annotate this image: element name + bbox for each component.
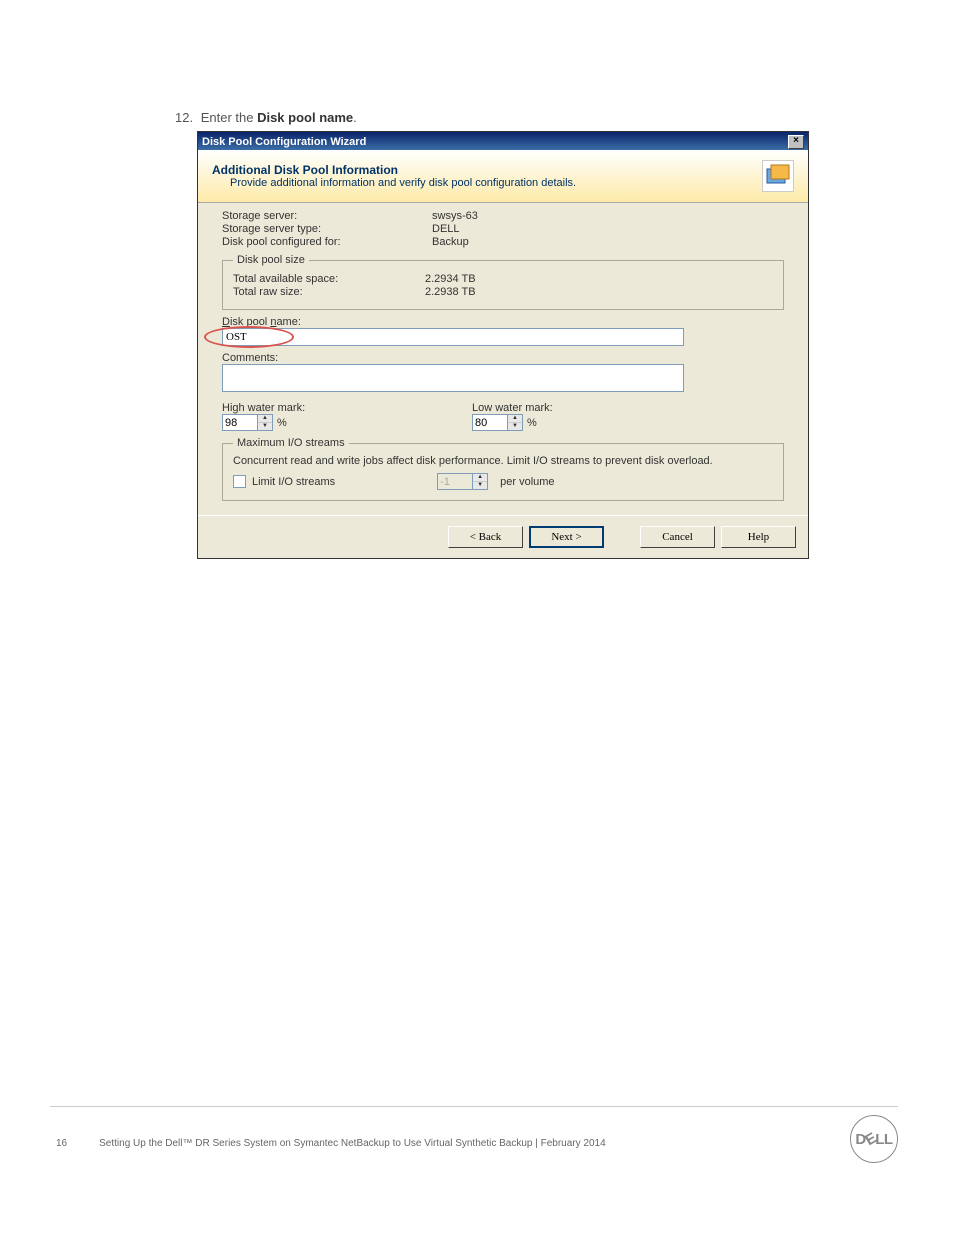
help-button[interactable]: Help <box>721 526 796 548</box>
back-button[interactable]: < Back <box>448 526 523 548</box>
chevron-down-icon[interactable]: ▼ <box>508 423 522 430</box>
high-water-unit: % <box>277 417 287 429</box>
limit-io-checkbox[interactable] <box>233 475 246 488</box>
header-title: Additional Disk Pool Information <box>212 163 576 177</box>
high-water-spinner[interactable]: ▲ ▼ % <box>222 414 287 431</box>
chevron-up-icon[interactable]: ▲ <box>258 415 272 423</box>
io-streams-spinner: ▲ ▼ <box>437 473 488 490</box>
dell-logo-text: DELL <box>855 1131 892 1148</box>
chevron-up-icon[interactable]: ▲ <box>508 415 522 423</box>
per-volume-label: per volume <box>500 476 554 488</box>
window-title: Disk Pool Configuration Wizard <box>202 136 366 148</box>
footer-text: Setting Up the Dell™ DR Series System on… <box>99 1138 606 1149</box>
max-io-legend: Maximum I/O streams <box>233 437 349 449</box>
storage-server-label: Storage server: <box>222 210 432 222</box>
step-prefix: Enter the <box>201 110 257 125</box>
step-suffix: . <box>353 110 357 125</box>
wizard-window: Disk Pool Configuration Wizard × Additio… <box>197 131 809 559</box>
next-button[interactable]: Next > <box>529 526 604 548</box>
storage-server-type-value: DELL <box>432 223 460 235</box>
page-content: 12. Enter the Disk pool name. Disk Pool … <box>175 110 895 559</box>
cancel-button[interactable]: Cancel <box>640 526 715 548</box>
wizard-body: Storage server:swsys-63 Storage server t… <box>198 203 808 515</box>
step-bold: Disk pool name <box>257 110 353 125</box>
disk-pool-size-group: Disk pool size Total available space:2.2… <box>222 254 784 310</box>
step-instruction: 12. Enter the Disk pool name. <box>175 110 895 125</box>
wizard-icon <box>762 160 794 192</box>
io-streams-spin-buttons: ▲ ▼ <box>473 473 488 490</box>
total-available-value: 2.2934 TB <box>425 273 476 285</box>
header-text: Additional Disk Pool Information Provide… <box>212 163 576 189</box>
low-water-spin-buttons[interactable]: ▲ ▼ <box>508 414 523 431</box>
low-water-label: Low water mark: <box>472 402 652 414</box>
comments-input[interactable] <box>222 364 684 392</box>
dell-logo: DELL <box>850 1115 898 1163</box>
comments-label: Comments: <box>222 352 784 364</box>
storage-server-value: swsys-63 <box>432 210 478 222</box>
disk-pool-name-label: Disk pool name: <box>222 316 784 328</box>
close-icon[interactable]: × <box>788 135 804 149</box>
wizard-header: Additional Disk Pool Information Provide… <box>198 150 808 203</box>
low-water-spinner[interactable]: ▲ ▼ % <box>472 414 537 431</box>
page-footer: 16 Setting Up the Dell™ DR Series System… <box>56 1138 896 1149</box>
total-available-label: Total available space: <box>233 273 425 285</box>
max-io-hint: Concurrent read and write jobs affect di… <box>233 455 773 467</box>
high-water-spin-buttons[interactable]: ▲ ▼ <box>258 414 273 431</box>
water-marks-row: High water mark: ▲ ▼ % Low water mark: <box>222 402 784 431</box>
io-streams-input <box>437 473 473 490</box>
wizard-button-bar: < Back Next > Cancel Help <box>198 515 808 558</box>
chevron-up-icon: ▲ <box>473 474 487 482</box>
max-io-group: Maximum I/O streams Concurrent read and … <box>222 437 784 501</box>
disk-pool-name-input[interactable] <box>222 328 684 346</box>
limit-io-label: Limit I/O streams <box>252 476 335 488</box>
header-desc: Provide additional information and verif… <box>230 177 576 189</box>
titlebar[interactable]: Disk Pool Configuration Wizard × <box>198 132 808 150</box>
disk-pool-configured-label: Disk pool configured for: <box>222 236 432 248</box>
high-water-label: High water mark: <box>222 402 402 414</box>
step-number: 12. <box>175 110 193 125</box>
storage-server-type-label: Storage server type: <box>222 223 432 235</box>
low-water-input[interactable] <box>472 414 508 431</box>
total-raw-value: 2.2938 TB <box>425 286 476 298</box>
chevron-down-icon[interactable]: ▼ <box>258 423 272 430</box>
high-water-input[interactable] <box>222 414 258 431</box>
disk-pool-configured-value: Backup <box>432 236 469 248</box>
footer-rule <box>50 1106 898 1107</box>
low-water-unit: % <box>527 417 537 429</box>
page-number: 16 <box>56 1138 67 1149</box>
total-raw-label: Total raw size: <box>233 286 425 298</box>
disk-pool-size-legend: Disk pool size <box>233 254 309 266</box>
chevron-down-icon: ▼ <box>473 482 487 489</box>
